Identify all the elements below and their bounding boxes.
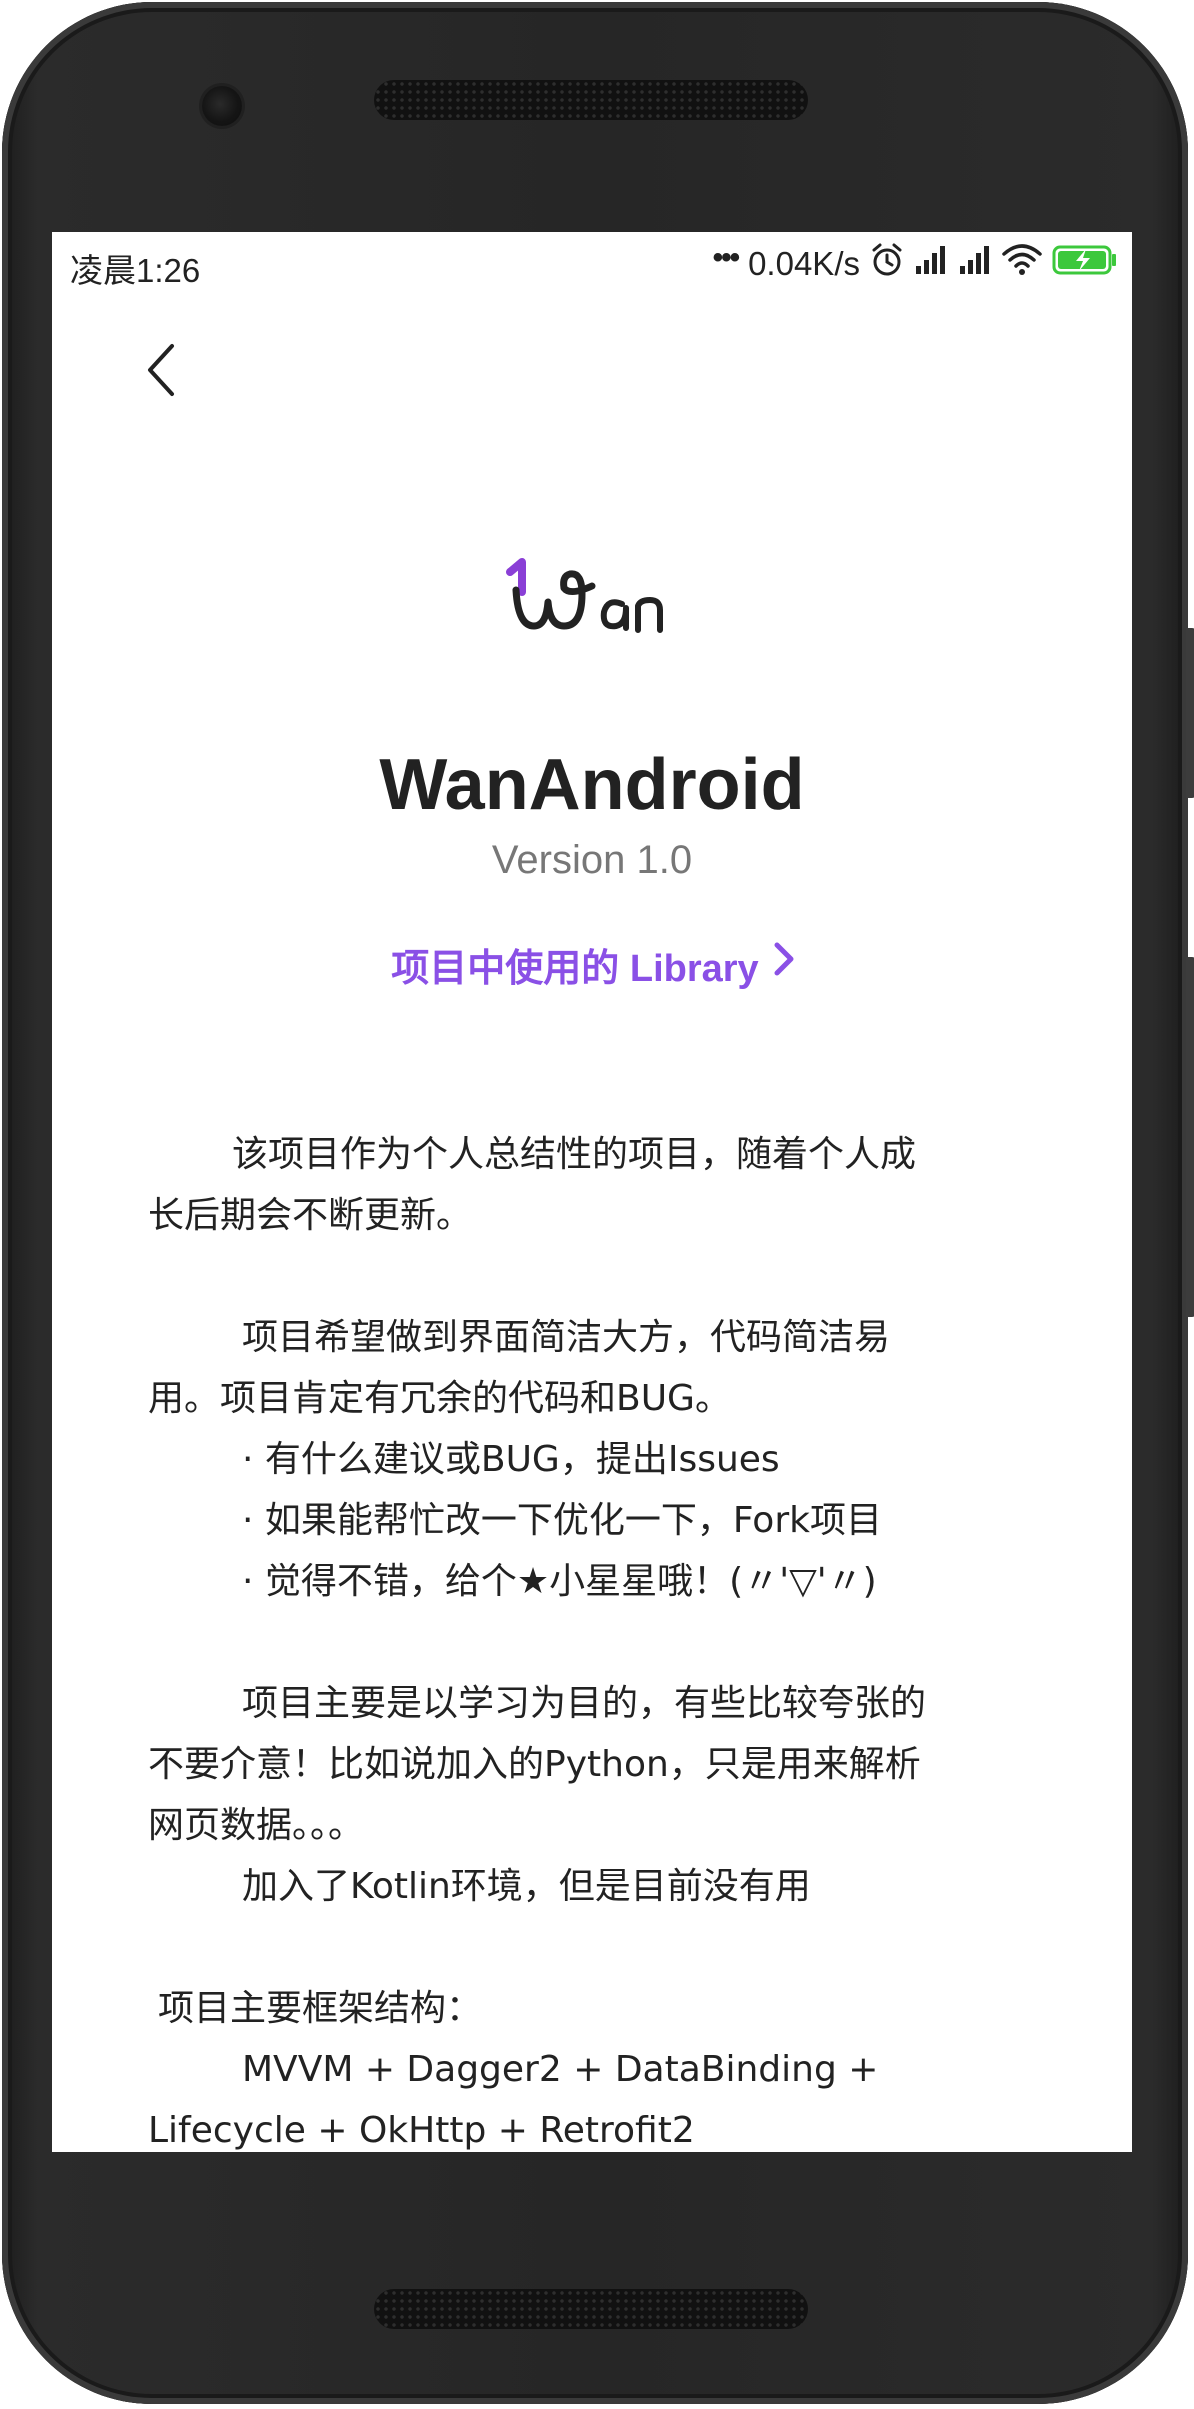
- description-line: 加入了Kotlin环境，但是目前没有用: [242, 1866, 811, 1907]
- framework-title: 项目主要框架结构：: [158, 1988, 483, 2029]
- description-bullet: · 有什么建议或BUG，提出Issues: [242, 1439, 780, 1480]
- status-bar: 凌晨1:26 ••• 0.04K/s: [52, 232, 1132, 296]
- app-version: Version 1.0: [491, 838, 693, 882]
- signal-icon: [914, 244, 948, 284]
- alarm-icon: [870, 242, 904, 286]
- description-line: 长后期会不断更新。: [148, 1195, 473, 1236]
- signal-icon: [958, 244, 992, 284]
- back-button[interactable]: [122, 332, 202, 412]
- description-bullet: · 如果能帮忙改一下优化一下，Fork项目: [242, 1500, 882, 1541]
- status-icons: ••• 0.04K/s: [712, 241, 1118, 286]
- network-speed: 0.04K/s: [748, 245, 860, 282]
- description-line: 网页数据。。。: [148, 1805, 365, 1846]
- wifi-icon: [1002, 244, 1042, 284]
- description-line: 用。项目肯定有冗余的代码和BUG。: [148, 1378, 731, 1419]
- library-link-label: 项目中使用的 Library: [391, 947, 759, 990]
- screen: 凌晨1:26 ••• 0.04K/s WanAndroid Version 1.…: [52, 232, 1132, 2152]
- framework-line: Lifecycle + OkHttp + Retrofit2: [148, 2110, 695, 2151]
- description-line: 不要介意！比如说加入的Python，只是用来解析: [148, 1744, 921, 1785]
- power-button: [1186, 628, 1194, 798]
- framework-line: MVVM + Dagger2 + DataBinding +: [242, 2049, 879, 2090]
- status-time: 凌晨1:26: [70, 252, 201, 289]
- device-frame: 凌晨1:26 ••• 0.04K/s WanAndroid Version 1.…: [0, 0, 1194, 2409]
- app-logo: [504, 544, 680, 644]
- more-dots-icon: •••: [712, 241, 740, 274]
- battery-charging-icon: [1052, 244, 1118, 284]
- description-line: 项目希望做到界面简洁大方，代码简洁易: [242, 1317, 891, 1358]
- chevron-right-icon: [773, 941, 795, 987]
- volume-button: [1186, 957, 1194, 1317]
- library-link[interactable]: 项目中使用的 Library: [358, 934, 828, 994]
- description-bullet: · 觉得不错，给个★小星星哦！(〃'▽'〃): [242, 1561, 877, 1602]
- front-camera: [202, 86, 242, 126]
- earpiece-speaker: [374, 80, 808, 120]
- description-line: 项目主要是以学习为目的，有些比较夸张的: [242, 1683, 927, 1724]
- chevron-left-icon: [144, 342, 180, 402]
- app-name: WanAndroid: [379, 745, 805, 825]
- description-line: 该项目作为个人总结性的项目，随着个人成: [232, 1134, 917, 1175]
- bottom-speaker: [374, 2289, 808, 2329]
- project-description: 该项目作为个人总结性的项目，随着个人成 长后期会不断更新。 项目希望做到界面简洁…: [148, 1124, 1088, 2152]
